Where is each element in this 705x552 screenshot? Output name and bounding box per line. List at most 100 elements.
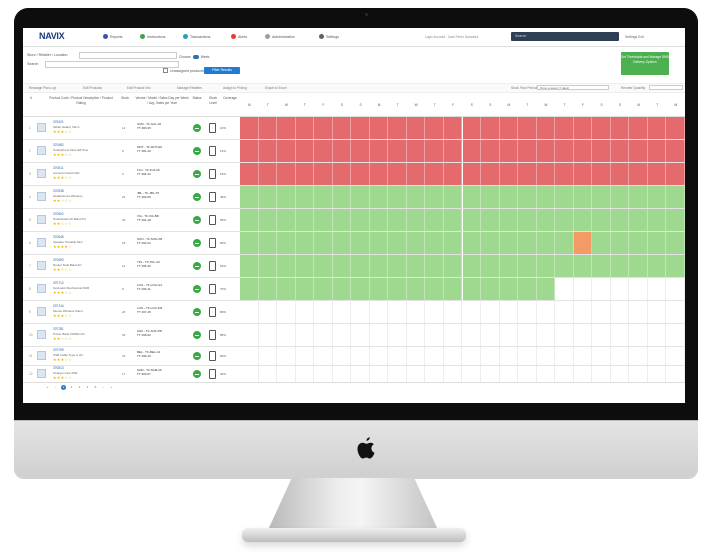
product-code-link[interactable]: 370602 xyxy=(53,212,64,216)
product-code-link[interactable]: 370813 xyxy=(53,366,64,370)
table-row[interactable]: 8 370712 Keyboard Mechanical RGB ★★★☆☆ 9 LOG … xyxy=(23,278,685,300)
status-icon[interactable] xyxy=(193,370,201,378)
reorder-select[interactable] xyxy=(649,85,683,90)
product-code-link[interactable]: 370744 xyxy=(53,304,64,308)
toolbar-item[interactable]: Manage Retailers xyxy=(177,86,202,90)
product-thumbnail[interactable] xyxy=(37,284,46,293)
search-filter-input[interactable] xyxy=(45,61,179,68)
account-menu[interactable]: Settings Exit xyxy=(625,35,644,39)
day-cell xyxy=(258,163,278,185)
status-icon[interactable] xyxy=(193,170,201,178)
product-thumbnail[interactable] xyxy=(37,123,46,132)
product-thumbnail[interactable] xyxy=(37,307,46,316)
table-row[interactable]: 1 370421 Tablet Galaxy Tab A ★★★☆☆ 12 SAM - T… xyxy=(23,117,685,139)
status-icon[interactable] xyxy=(193,216,201,224)
product-thumbnail[interactable] xyxy=(37,215,46,224)
day-cell xyxy=(388,301,407,323)
header-stock[interactable]: Stock xyxy=(117,96,133,101)
product-code-link[interactable]: 370511 xyxy=(53,166,63,170)
table-row[interactable]: 3 370511 Camera Instant Mini ★★★☆☆ 5 FUJ - TF… xyxy=(23,163,685,185)
status-icon[interactable] xyxy=(193,352,201,360)
status-icon[interactable] xyxy=(193,285,201,293)
product-code-link[interactable]: 370781 xyxy=(53,327,64,331)
product-code-link[interactable]: 370690 xyxy=(53,258,64,262)
table-row[interactable]: 5 370602 Smartwatch Fit Band Pro ★★☆☆☆ 30 XIA… xyxy=(23,209,685,231)
page-button[interactable]: 2 xyxy=(69,385,74,390)
status-icon[interactable] xyxy=(193,262,201,270)
status-icon[interactable] xyxy=(193,331,201,339)
toolbar-item[interactable]: Export to Excel xyxy=(265,86,286,90)
nav-item-administration[interactable]: Administration xyxy=(265,34,295,39)
table-row[interactable]: 7 370690 Router Dual Band AC ★★☆☆☆ 14 TPL - T… xyxy=(23,255,685,277)
table-row[interactable]: 4 370538 Headphones Wireless ★★☆☆☆ 22 JBL - T… xyxy=(23,186,685,208)
table-row[interactable]: 9 370744 Mouse Wireless Silent ★★★☆☆ 26 LOG -… xyxy=(23,301,685,323)
choose-toggle[interactable]: Choose Week xyxy=(179,55,209,59)
product-code-link[interactable]: 370482 xyxy=(53,143,64,147)
day-cell xyxy=(629,255,648,277)
product-thumbnail[interactable] xyxy=(37,169,46,178)
header-product[interactable]: Product Code / Product Description / Pro… xyxy=(49,96,113,105)
toolbar-item[interactable]: Edit Product Info xyxy=(127,86,151,90)
product-thumbnail[interactable] xyxy=(37,351,46,360)
page-button[interactable]: » xyxy=(109,385,114,390)
nav-item-instructions[interactable]: Instructions xyxy=(140,34,165,39)
search-input[interactable]: Search xyxy=(511,32,619,41)
product-thumbnail[interactable] xyxy=(37,238,46,247)
model-code: TT 281-40 xyxy=(137,149,151,153)
table-row[interactable]: 2 370482 Smartphone Moto E6 Plus ★★★☆☆ 8 MOT … xyxy=(23,140,685,162)
product-thumbnail[interactable] xyxy=(37,261,46,270)
header-coverage[interactable]: Coverage xyxy=(221,96,239,101)
store-filter-input[interactable] xyxy=(79,52,177,59)
vendor-model: ANK - TF-ANK-PB TT 298-02 xyxy=(137,329,162,337)
header-vendor[interactable]: Vendor / Model / Sales Day per Week / Av… xyxy=(135,96,189,105)
product-thumbnail[interactable] xyxy=(37,146,46,155)
header-status[interactable]: Status xyxy=(189,96,205,101)
page-button[interactable]: 4 xyxy=(85,385,90,390)
page-button[interactable]: 5 xyxy=(93,385,98,390)
table-row[interactable]: 11 370799 USB Cable Type C 2m ★★★☆☆ 41 BEL - … xyxy=(23,347,685,365)
app-logo[interactable]: NAVIX xyxy=(39,31,65,41)
status-icon[interactable] xyxy=(193,147,201,155)
day-cell xyxy=(536,232,556,254)
row-number: 5 xyxy=(29,218,31,222)
periodicity-select[interactable]: Once a week (7 days) xyxy=(537,85,609,90)
day-cell xyxy=(592,186,611,208)
nav-item-transactions[interactable]: Transactions xyxy=(183,34,210,39)
monitor-chin xyxy=(14,420,698,479)
page-button[interactable]: ‹ xyxy=(53,385,58,390)
nav-item-reports[interactable]: Reports xyxy=(103,34,123,39)
page-button[interactable]: 1 xyxy=(61,385,66,390)
product-thumbnail[interactable] xyxy=(37,330,46,339)
status-icon[interactable] xyxy=(193,239,201,247)
product-code-link[interactable]: 370712 xyxy=(53,281,64,285)
toolbar-item[interactable]: Assign to Pricing xyxy=(223,86,247,90)
header-stock-level[interactable]: Stock Level xyxy=(205,96,221,105)
page-button[interactable]: › xyxy=(101,385,106,390)
product-thumbnail[interactable] xyxy=(37,369,46,378)
toolbar-item[interactable]: Reassign Plan-o-gr xyxy=(29,86,56,90)
status-icon[interactable] xyxy=(193,124,201,132)
toggle-switch[interactable] xyxy=(192,55,199,59)
toolbar-item[interactable]: Edit Products xyxy=(83,86,102,90)
table-row[interactable]: 6 370645 Speaker Portable Mini ★★★★☆ 18 SON -… xyxy=(23,232,685,254)
status-icon[interactable] xyxy=(193,308,201,316)
page-button[interactable]: « xyxy=(45,385,50,390)
day-cell xyxy=(462,140,482,162)
table-row[interactable]: 10 370781 Power Bank 10000mAh ★★☆☆☆ 33 ANK - … xyxy=(23,324,685,346)
nav-item-settings[interactable]: Settings xyxy=(319,34,339,39)
day-cell xyxy=(332,163,352,185)
product-thumbnail[interactable] xyxy=(37,192,46,201)
page-button[interactable]: 3 xyxy=(77,385,82,390)
table-row[interactable]: 12 370813 Charger Fast 25W ★★★☆☆ 17 SAM - TF-… xyxy=(23,366,685,382)
unassigned-checkbox[interactable]: Unassigned products xyxy=(163,68,204,73)
rating-stars-icon: ★★★☆☆ xyxy=(53,129,72,134)
product-code-link[interactable]: 370645 xyxy=(53,235,64,239)
product-code-link[interactable]: 370421 xyxy=(53,120,64,124)
product-code-link[interactable]: 370538 xyxy=(53,189,64,193)
filter-button[interactable]: Filter Results xyxy=(204,67,240,74)
nav-item-alerts[interactable]: Alerts xyxy=(231,34,247,39)
checkbox-icon[interactable] xyxy=(163,68,168,73)
product-code-link[interactable]: 370799 xyxy=(53,348,64,352)
status-icon[interactable] xyxy=(193,193,201,201)
thresholds-button[interactable]: Set Thresholds and Manage SMS Delivery O… xyxy=(621,52,669,75)
